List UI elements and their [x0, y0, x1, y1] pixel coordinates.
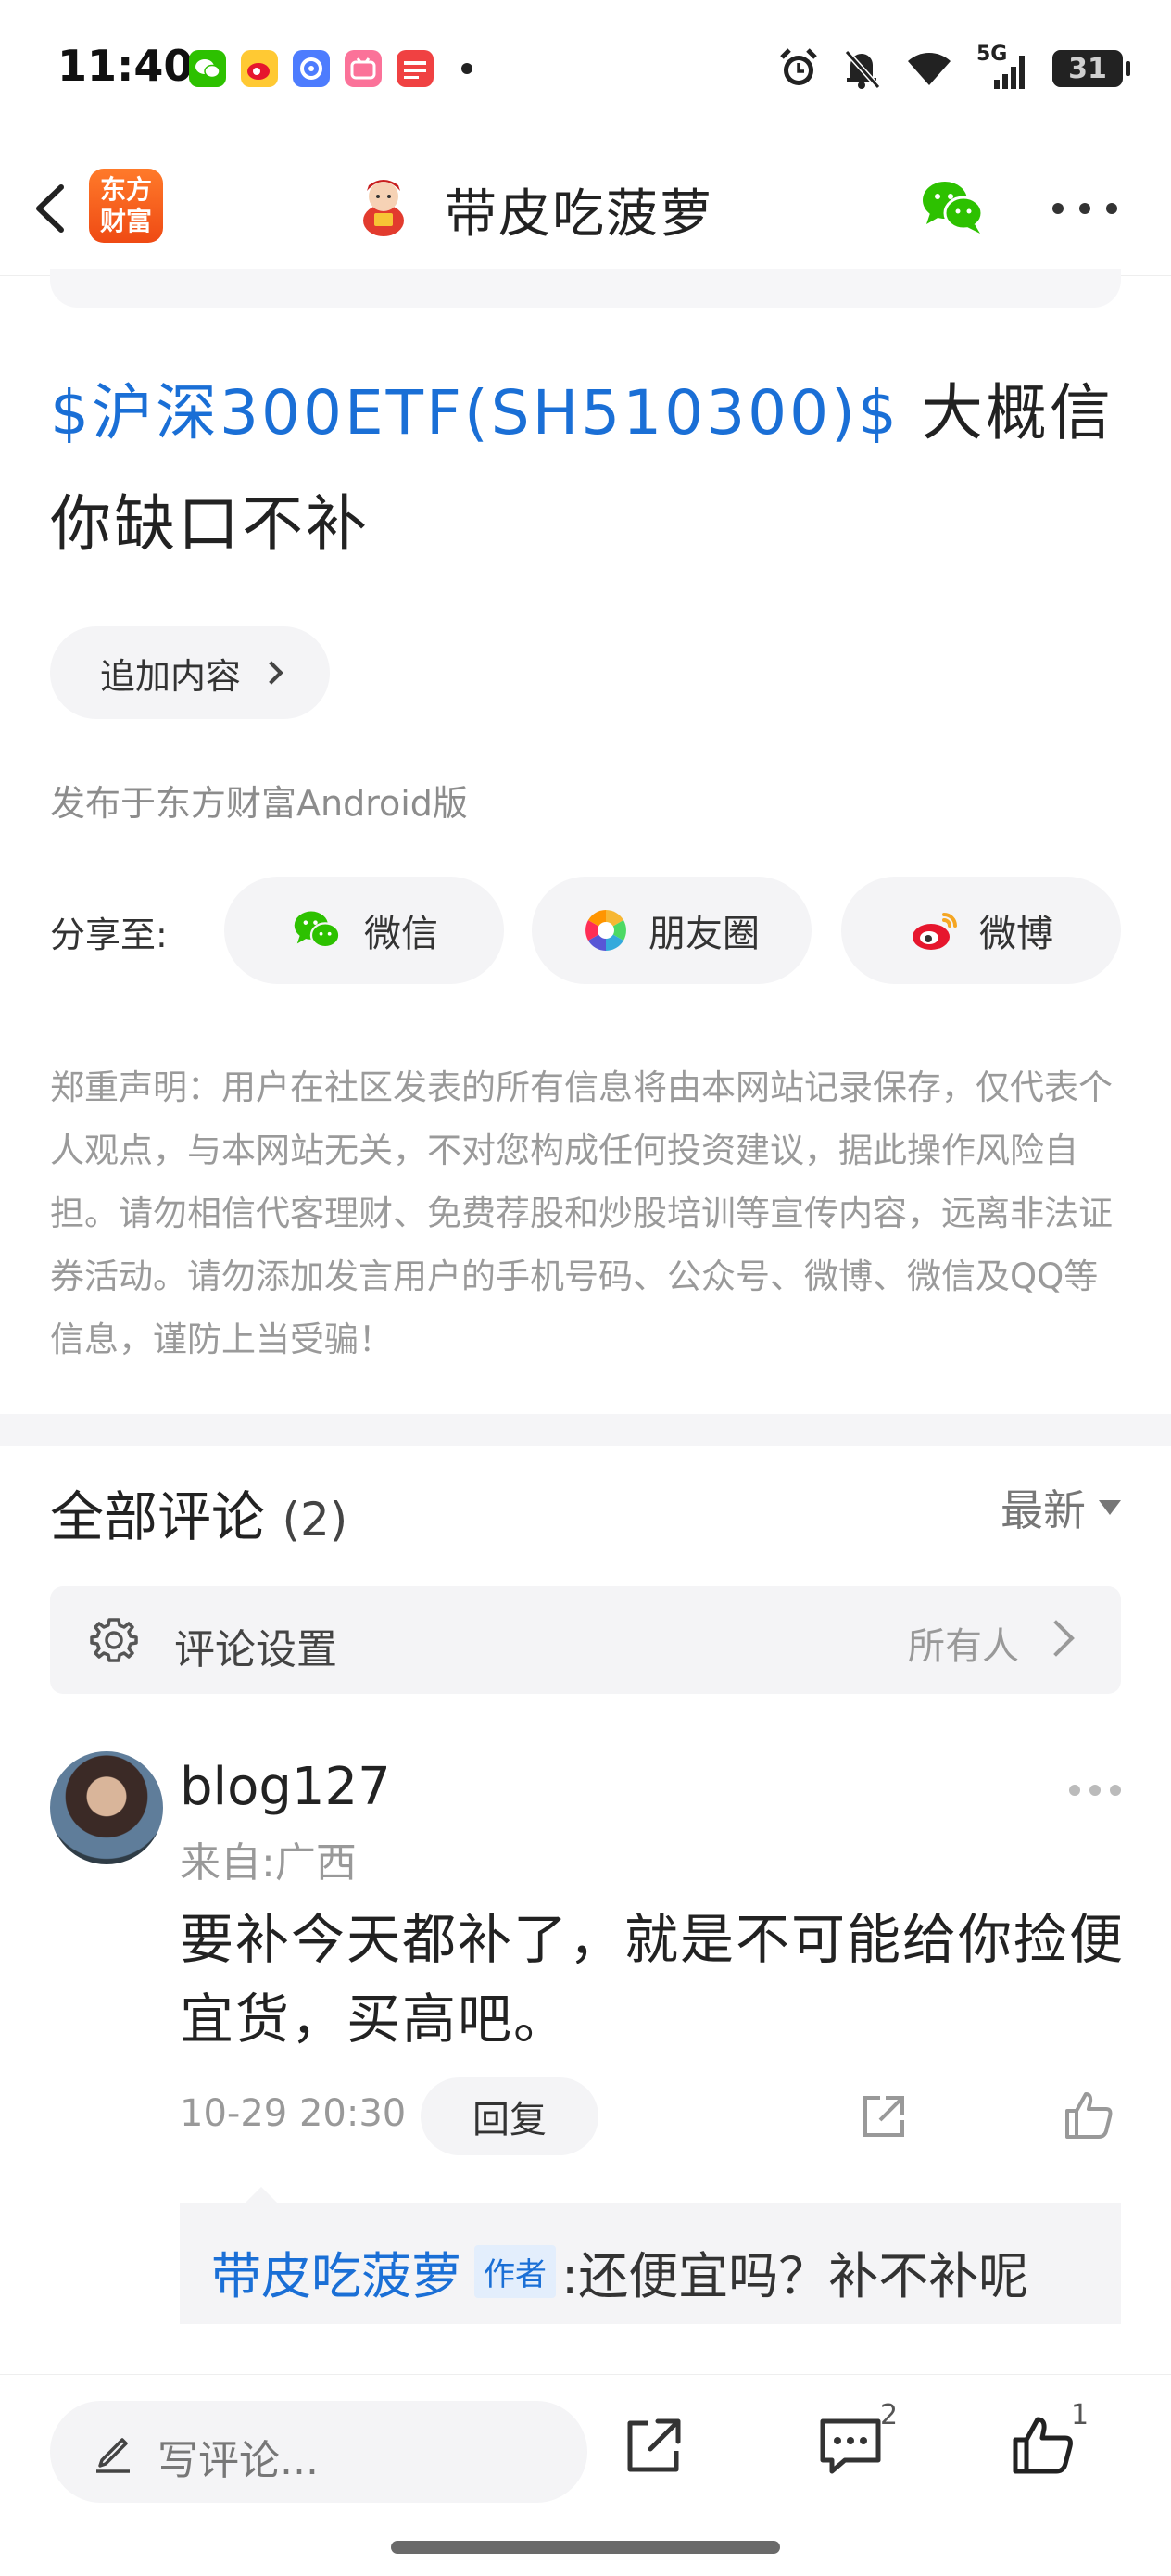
status-time: 11:40: [57, 41, 194, 91]
write-comment-placeholder: 写评论...: [157, 2437, 319, 2484]
system-icons: 5G 31: [778, 43, 1130, 95]
comment-username[interactable]: blog127: [180, 1757, 391, 1817]
chevron-right-icon: [259, 661, 283, 685]
comment-more-button[interactable]: [1069, 1783, 1121, 1798]
gear-icon: [90, 1618, 138, 1662]
disclaimer-text: 郑重声明：用户在社区发表的所有信息将由本网站记录保存，仅代表个人观点，与本网站无…: [50, 1067, 1113, 1359]
share-row: 分享至: 微信 朋友圈 微博: [50, 877, 1121, 984]
comment-text: 要补今天都补了，就是不可能给你捡便宜货，买高吧。: [180, 1908, 1126, 2051]
avatar[interactable]: [50, 1751, 163, 1864]
reply-pointer: [245, 2187, 278, 2203]
share-moments-label: 朋友圈: [648, 913, 760, 955]
browser-notification-icon: [293, 50, 330, 87]
like-button[interactable]: [1010, 2412, 1077, 2479]
comments-title-label: 全部评论: [50, 1485, 266, 1548]
caret-down-icon: [1099, 1500, 1121, 1515]
previous-card-edge: [50, 269, 1121, 308]
top-nav: 东方 财富 带皮吃菠萝: [0, 139, 1171, 276]
comment-location: 来自:广西: [180, 1839, 357, 1887]
app-logo-line2: 财富: [99, 206, 152, 236]
author-badge: 作者: [474, 2245, 556, 2298]
sort-dropdown[interactable]: 最新: [1001, 1477, 1121, 1538]
share-weibo-button[interactable]: 微博: [841, 877, 1121, 984]
comment-time: 10-29 20:30: [180, 2092, 407, 2135]
share-button[interactable]: [621, 2412, 687, 2479]
section-divider: [0, 1414, 1171, 1446]
share-icon: [627, 2418, 681, 2472]
comment-settings-label: 评论设置: [174, 1626, 337, 1673]
status-bar: 11:40 5G 31: [0, 0, 1171, 139]
bilibili-notification-icon: [345, 50, 382, 87]
share-moments-button[interactable]: 朋友圈: [532, 877, 812, 984]
weibo-notification-icon: [241, 50, 278, 87]
comment-settings-value: 所有人: [908, 1625, 1019, 1668]
add-content-button[interactable]: 追加内容: [50, 626, 330, 719]
post-content: $沪深300ETF(SH510300)$ 大概信你缺口不补: [50, 358, 1125, 580]
page-title: 带皮吃菠萝: [445, 184, 713, 245]
thumbs-up-icon: [1013, 2417, 1073, 2474]
wechat-icon: [923, 182, 984, 234]
cellular-signal-icon: 5G: [976, 43, 1030, 91]
alarm-icon: [780, 48, 817, 85]
write-comment-input[interactable]: 写评论...: [50, 2401, 587, 2503]
share-wechat-label: 微信: [364, 913, 438, 955]
app-logo-line1: 东方: [99, 174, 152, 205]
stock-tag-link[interactable]: $沪深300ETF(SH510300)$: [50, 377, 900, 448]
pen-icon: [96, 2438, 130, 2473]
comment-like-button[interactable]: [1062, 2089, 1115, 2142]
comment-count-badge: 2: [880, 2399, 899, 2431]
author-avatar-icon[interactable]: [354, 172, 413, 237]
share-wechat-button[interactable]: 微信: [224, 877, 504, 984]
comments-title: 全部评论 (2): [50, 1473, 347, 1551]
wechat-notification-icon: [189, 50, 226, 87]
more-notifications-dot: [461, 63, 472, 74]
battery-icon: 31: [1052, 50, 1130, 87]
reply-author[interactable]: 带皮吃菠萝: [211, 2235, 461, 2308]
comment-bubble-icon: [820, 2418, 881, 2474]
app-logo[interactable]: 东方 财富: [89, 169, 163, 243]
home-indicator[interactable]: [391, 2541, 780, 2554]
sort-label: 最新: [1001, 1485, 1086, 1535]
share-icon: [863, 2096, 904, 2137]
battery-level: 31: [1068, 52, 1107, 85]
comment-settings-row[interactable]: 评论设置 所有人: [50, 1586, 1121, 1694]
wechat-icon: [294, 911, 341, 949]
comment-share-button[interactable]: [858, 2090, 910, 2142]
like-count-badge: 1: [1071, 2399, 1089, 2431]
back-button[interactable]: [26, 176, 82, 241]
chevron-right-icon: [1038, 1620, 1075, 1657]
more-options-button[interactable]: [1052, 195, 1117, 222]
share-weibo-label: 微博: [979, 913, 1053, 955]
mute-icon: [844, 49, 881, 90]
comments-button[interactable]: [817, 2412, 884, 2479]
reply-button[interactable]: 回复: [421, 2077, 598, 2155]
comments-count: (2): [282, 1493, 348, 1547]
thumbs-up-icon: [1065, 2092, 1113, 2139]
share-label: 分享至:: [50, 915, 168, 955]
toutiao-notification-icon: [397, 50, 434, 87]
add-content-label: 追加内容: [99, 655, 241, 697]
reply-text: :还便宜吗？补不补呢: [561, 2247, 1029, 2305]
wifi-icon: [908, 53, 951, 85]
weibo-icon: [913, 913, 957, 950]
reply-box[interactable]: 带皮吃菠萝 作者 :还便宜吗？补不补呢: [180, 2203, 1121, 2324]
published-from: 发布于东方财富Android版: [50, 783, 468, 824]
chevron-left-icon: [36, 184, 64, 233]
moments-icon: [586, 910, 626, 951]
wechat-share-button[interactable]: [917, 176, 988, 237]
